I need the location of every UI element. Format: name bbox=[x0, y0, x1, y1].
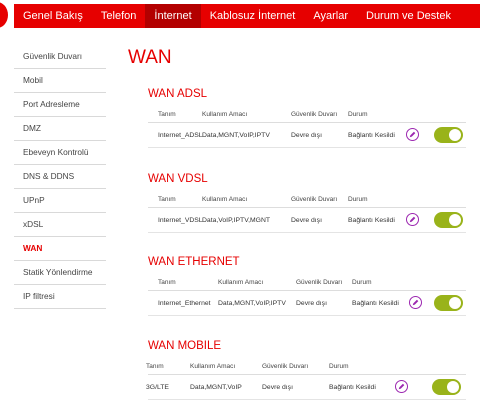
header-durum: Durum bbox=[352, 279, 372, 286]
cell-kullanim-amaci: Data,MGNT,VoIP,IPTV bbox=[202, 132, 270, 139]
nav-item-genel-bakis[interactable]: Genel Bakış bbox=[14, 4, 92, 28]
edit-button[interactable] bbox=[409, 296, 422, 309]
pencil-icon bbox=[409, 216, 416, 223]
cell-tanim: Internet_VDSL bbox=[158, 217, 203, 224]
header-guvenlik-duvari: Güvenlik Duvarı bbox=[296, 279, 343, 286]
wan-adsl-section: WAN ADSL Tanım Kullanım Amacı Güvenlik D… bbox=[148, 86, 466, 148]
header-tanim: Tanım bbox=[158, 279, 176, 286]
wan-ethernet-section: WAN ETHERNET Tanım Kullanım Amacı Güvenl… bbox=[148, 254, 466, 316]
header-tanim: Tanım bbox=[146, 363, 164, 370]
toggle-knob bbox=[449, 214, 461, 226]
pencil-icon bbox=[398, 383, 405, 390]
table-header: Tanım Kullanım Amacı Güvenlik Duvarı Dur… bbox=[146, 360, 466, 375]
section-title: WAN VDSL bbox=[148, 173, 208, 185]
nav-item-internet[interactable]: İnternet bbox=[145, 4, 201, 28]
top-navigation-bar: Genel Bakış Telefon İnternet Kablosuz İn… bbox=[0, 0, 480, 33]
sidebar-item-dns-ddns[interactable]: DNS & DDNS bbox=[14, 165, 106, 189]
header-durum: Durum bbox=[348, 196, 368, 203]
nav-item-kablosuz-internet[interactable]: Kablosuz İnternet bbox=[201, 4, 305, 28]
toggle-knob bbox=[449, 297, 461, 309]
header-guvenlik-duvari: Güvenlik Duvarı bbox=[291, 196, 338, 203]
nav-item-durum-ve-destek[interactable]: Durum ve Destek bbox=[357, 4, 460, 28]
section-title: WAN ADSL bbox=[148, 88, 208, 100]
header-guvenlik-duvari: Güvenlik Duvarı bbox=[291, 111, 338, 118]
section-title: WAN ETHERNET bbox=[148, 256, 240, 268]
sidebar-item-ebeveyn-kontrolu[interactable]: Ebeveyn Kontrolü bbox=[14, 141, 106, 165]
cell-guvenlik-duvari: Devre dışı bbox=[291, 217, 322, 224]
sidebar: Güvenlik Duvarı Mobil Port Adresleme DMZ… bbox=[14, 45, 106, 309]
vodafone-logo[interactable] bbox=[0, 2, 8, 28]
enable-toggle[interactable] bbox=[432, 379, 461, 395]
header-durum: Durum bbox=[329, 363, 349, 370]
main-nav: Genel Bakış Telefon İnternet Kablosuz İn… bbox=[14, 4, 480, 28]
cell-durum: Bağlantı Kesildi bbox=[352, 300, 399, 307]
cell-durum: Bağlantı Kesildi bbox=[348, 217, 395, 224]
cell-kullanim-amaci: Data,VoIP,IPTV,MGNT bbox=[202, 217, 270, 224]
sidebar-item-ip-filtresi[interactable]: IP filtresi bbox=[14, 285, 106, 309]
table-row: 3G/LTE Data,MGNT,VoIP Devre dışı Bağlant… bbox=[146, 377, 466, 400]
sidebar-item-mobil[interactable]: Mobil bbox=[14, 69, 106, 93]
enable-toggle[interactable] bbox=[434, 295, 463, 311]
sidebar-item-upnp[interactable]: UPnP bbox=[14, 189, 106, 213]
table-header: Tanım Kullanım Amacı Güvenlik Duvarı Dur… bbox=[148, 193, 466, 208]
table-header: Tanım Kullanım Amacı Güvenlik Duvarı Dur… bbox=[148, 108, 466, 123]
table-row: Internet_ADSL Data,MGNT,VoIP,IPTV Devre … bbox=[148, 125, 466, 148]
header-tanim: Tanım bbox=[158, 111, 176, 118]
cell-guvenlik-duvari: Devre dışı bbox=[291, 132, 322, 139]
section-title: WAN MOBILE bbox=[148, 340, 222, 352]
nav-item-ayarlar[interactable]: Ayarlar bbox=[304, 4, 357, 28]
nav-item-telefon[interactable]: Telefon bbox=[92, 4, 145, 28]
wan-mobile-section: WAN MOBILE Tanım Kullanım Amacı Güvenlik… bbox=[146, 338, 466, 400]
cell-tanim: 3G/LTE bbox=[146, 384, 169, 391]
cell-durum: Bağlantı Kesildi bbox=[329, 384, 376, 391]
header-kullanim-amaci: Kullanım Amacı bbox=[190, 363, 236, 370]
sidebar-item-wan[interactable]: WAN bbox=[14, 237, 106, 261]
cell-kullanim-amaci: Data,MGNT,VoIP bbox=[190, 384, 242, 391]
wan-vdsl-section: WAN VDSL Tanım Kullanım Amacı Güvenlik D… bbox=[148, 171, 466, 233]
pencil-icon bbox=[412, 299, 419, 306]
table-header: Tanım Kullanım Amacı Güvenlik Duvarı Dur… bbox=[148, 276, 466, 291]
cell-guvenlik-duvari: Devre dışı bbox=[262, 384, 293, 391]
header-guvenlik-duvari: Güvenlik Duvarı bbox=[262, 363, 309, 370]
cell-kullanim-amaci: Data,MGNT,VoIP,IPTV bbox=[218, 300, 286, 307]
enable-toggle[interactable] bbox=[434, 212, 463, 228]
header-kullanim-amaci: Kullanım Amacı bbox=[202, 196, 248, 203]
enable-toggle[interactable] bbox=[434, 127, 463, 143]
header-durum: Durum bbox=[348, 111, 368, 118]
header-kullanim-amaci: Kullanım Amacı bbox=[202, 111, 248, 118]
edit-button[interactable] bbox=[406, 213, 419, 226]
header-tanim: Tanım bbox=[158, 196, 176, 203]
cell-guvenlik-duvari: Devre dışı bbox=[296, 300, 327, 307]
table-row: Internet_Ethernet Data,MGNT,VoIP,IPTV De… bbox=[148, 293, 466, 316]
page-title: WAN bbox=[128, 47, 172, 68]
sidebar-item-xdsl[interactable]: xDSL bbox=[14, 213, 106, 237]
header-kullanim-amaci: Kullanım Amacı bbox=[218, 279, 264, 286]
edit-button[interactable] bbox=[395, 380, 408, 393]
sidebar-item-port-adresleme[interactable]: Port Adresleme bbox=[14, 93, 106, 117]
toggle-knob bbox=[447, 381, 459, 393]
cell-tanim: Internet_ADSL bbox=[158, 132, 203, 139]
cell-durum: Bağlantı Kesildi bbox=[348, 132, 395, 139]
sidebar-item-dmz[interactable]: DMZ bbox=[14, 117, 106, 141]
toggle-knob bbox=[449, 129, 461, 141]
sidebar-item-guvenlik-duvari[interactable]: Güvenlik Duvarı bbox=[14, 45, 106, 69]
table-row: Internet_VDSL Data,VoIP,IPTV,MGNT Devre … bbox=[148, 210, 466, 233]
edit-button[interactable] bbox=[406, 128, 419, 141]
sidebar-item-statik-yonlendirme[interactable]: Statik Yönlendirme bbox=[14, 261, 106, 285]
pencil-icon bbox=[409, 131, 416, 138]
cell-tanim: Internet_Ethernet bbox=[158, 300, 211, 307]
